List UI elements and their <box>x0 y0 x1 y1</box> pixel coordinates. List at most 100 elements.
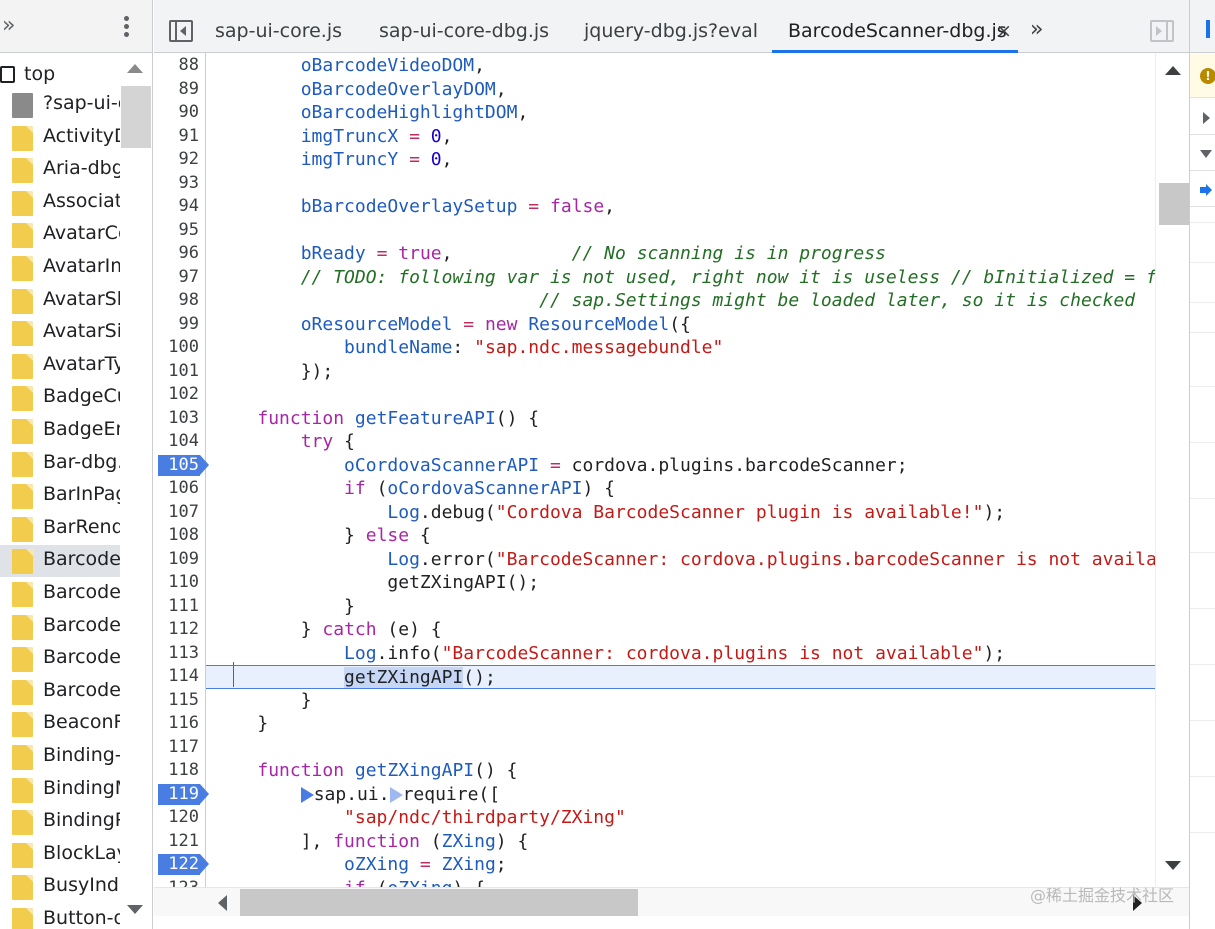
tree-item[interactable]: BusyIndic <box>0 871 120 903</box>
breakpoint-line-number[interactable]: 122 <box>154 853 209 877</box>
line-number[interactable]: 95 <box>154 219 206 243</box>
code-line[interactable]: oBarcodeOverlayDOM, <box>214 78 507 102</box>
code-line[interactable]: Log.error("BarcodeScanner: cordova.plugi… <box>214 548 1155 572</box>
tree-item[interactable]: AvatarIm <box>0 252 120 284</box>
tree-item[interactable]: Associati <box>0 187 120 219</box>
scroll-down-icon[interactable] <box>1165 861 1181 870</box>
inline-breakpoint-icon[interactable] <box>389 786 403 803</box>
line-number[interactable]: 110 <box>154 571 206 595</box>
code-line[interactable]: oResourceModel = new ResourceModel({ <box>214 313 691 337</box>
breakpoint-line-number[interactable]: 119 <box>154 783 209 807</box>
code-line[interactable]: Log.info("BarcodeScanner: cordova.plugin… <box>214 642 1005 666</box>
tree-item[interactable]: AvatarTy <box>0 350 120 382</box>
scroll-up-icon[interactable] <box>1165 66 1181 75</box>
line-number-gutter[interactable]: 88 89 90 91 92 93 94 95 96 97 98 99 100 101 102 103 104 1… <box>154 53 209 888</box>
line-number[interactable]: 121 <box>154 830 206 854</box>
tree-item[interactable]: BarcodeS <box>0 643 120 675</box>
code-line[interactable]: if (oCordovaScannerAPI) { <box>214 477 615 501</box>
line-number[interactable]: 109 <box>154 548 206 572</box>
tree-item[interactable]: AvatarSh <box>0 285 120 317</box>
section-collapsed[interactable] <box>1190 100 1215 135</box>
line-number[interactable]: 107 <box>154 501 206 525</box>
tree-item[interactable]: BarcodeS <box>0 611 120 643</box>
tree-item[interactable]: Aria-dbg <box>0 154 120 186</box>
line-number[interactable]: 100 <box>154 336 206 360</box>
tab-sap-ui-core-dbg[interactable]: sap-ui-core-dbg.js <box>379 0 549 53</box>
line-number[interactable]: 118 <box>154 759 206 783</box>
tree-item[interactable]: ActivityD <box>0 122 120 154</box>
line-number[interactable]: 116 <box>154 712 206 736</box>
pause-icon[interactable] <box>1206 20 1210 38</box>
line-number[interactable]: 91 <box>154 125 206 149</box>
line-number[interactable]: 88 <box>154 54 206 78</box>
more-options-icon[interactable] <box>116 14 136 40</box>
tree-item[interactable]: BindingP <box>0 806 120 838</box>
tree-item[interactable]: BarRende <box>0 513 120 545</box>
tree-item[interactable]: AvatarSiz <box>0 317 120 349</box>
line-number[interactable]: 117 <box>154 736 206 760</box>
more-tabs-icon[interactable]: » <box>2 15 15 37</box>
code-line[interactable]: oCordovaScannerAPI = cordova.plugins.bar… <box>214 454 908 478</box>
code-line[interactable]: } catch (e) { <box>214 618 442 642</box>
horizontal-scroll-thumb[interactable] <box>240 889 638 916</box>
line-number[interactable]: 99 <box>154 313 206 337</box>
code-line[interactable]: getZXingAPI(); <box>214 571 539 595</box>
line-number[interactable]: 115 <box>154 689 206 713</box>
code-line[interactable]: bBarcodeOverlaySetup = false, <box>214 195 615 219</box>
scroll-up-icon[interactable] <box>127 64 143 73</box>
line-number[interactable]: 106 <box>154 477 206 501</box>
section-expanded[interactable] <box>1190 136 1215 171</box>
toggle-navigator-icon[interactable] <box>169 20 193 42</box>
code-line[interactable]: function getFeatureAPI() { <box>214 407 539 431</box>
current-frame-row[interactable] <box>1190 172 1215 207</box>
inline-breakpoint-icon[interactable] <box>300 786 314 803</box>
code-line[interactable]: } <box>214 595 355 619</box>
code-line[interactable]: oBarcodeVideoDOM, <box>214 54 485 78</box>
current-execution-line[interactable]: getZXingAPI(); <box>206 665 1155 689</box>
code-line[interactable]: "sap/ndc/thirdparty/ZXing" <box>214 806 626 830</box>
code-line[interactable]: oZXing = ZXing; <box>214 853 507 877</box>
code-line[interactable]: try { <box>214 430 355 454</box>
tree-item[interactable]: BlockLay <box>0 839 120 871</box>
navigator-scrollbar[interactable] <box>120 58 152 929</box>
line-number[interactable]: 97 <box>154 266 206 290</box>
code-editor[interactable]: 88 89 90 91 92 93 94 95 96 97 98 99 100 101 102 103 104 1… <box>154 53 1155 887</box>
tree-item[interactable]: BeaconR <box>0 708 120 740</box>
code-line[interactable]: bundleName: "sap.ndc.messagebundle" <box>214 336 723 360</box>
code-line[interactable]: } else { <box>214 524 431 548</box>
line-number[interactable]: 113 <box>154 642 206 666</box>
tree-item[interactable]: AvatarCo <box>0 219 120 251</box>
line-number[interactable]: 101 <box>154 360 206 384</box>
code-line[interactable]: oBarcodeHighlightDOM, <box>214 101 529 125</box>
code-line[interactable]: imgTruncY = 0, <box>214 148 453 172</box>
line-number[interactable]: 94 <box>154 195 206 219</box>
line-number[interactable]: 90 <box>154 101 206 125</box>
line-number[interactable]: 92 <box>154 148 206 172</box>
vertical-scroll-thumb[interactable] <box>1159 183 1189 225</box>
code-line[interactable]: Log.debug("Cordova BarcodeScanner plugin… <box>214 501 1005 525</box>
toggle-debugger-icon[interactable] <box>1150 20 1174 42</box>
editor-vertical-scrollbar[interactable] <box>1155 53 1189 887</box>
line-number[interactable]: 108 <box>154 524 206 548</box>
tree-item[interactable]: BarcodeS <box>0 545 120 578</box>
tab-sap-ui-core[interactable]: sap-ui-core.js <box>215 0 342 53</box>
code-line[interactable]: sap.ui. require([ <box>214 783 500 807</box>
line-number[interactable]: 112 <box>154 618 206 642</box>
line-number[interactable]: 104 <box>154 430 206 454</box>
line-number[interactable]: 111 <box>154 595 206 619</box>
line-number[interactable]: 123 <box>154 877 206 888</box>
scroll-left-icon[interactable] <box>218 895 227 911</box>
scroll-down-icon[interactable] <box>127 905 143 914</box>
tree-item[interactable]: BadgeEn <box>0 415 120 447</box>
tree-item[interactable]: BarInPag <box>0 480 120 512</box>
line-number[interactable]: 103 <box>154 407 206 431</box>
line-number[interactable]: 114 <box>154 665 206 689</box>
tree-item[interactable]: BadgeCu <box>0 382 120 414</box>
breakpoint-line-number[interactable]: 105 <box>154 454 209 478</box>
tree-item[interactable]: BarcodeS <box>0 578 120 610</box>
code-line[interactable]: ], function (ZXing) { <box>214 830 529 854</box>
code-line[interactable]: }); <box>214 360 334 384</box>
tab-barcodescanner-dbg[interactable]: BarcodeScanner-dbg.js <box>772 0 1018 53</box>
code-line[interactable]: bReady = true, // No scanning is in prog… <box>214 242 886 266</box>
tree-item[interactable]: Bar-dbg. <box>0 448 120 480</box>
